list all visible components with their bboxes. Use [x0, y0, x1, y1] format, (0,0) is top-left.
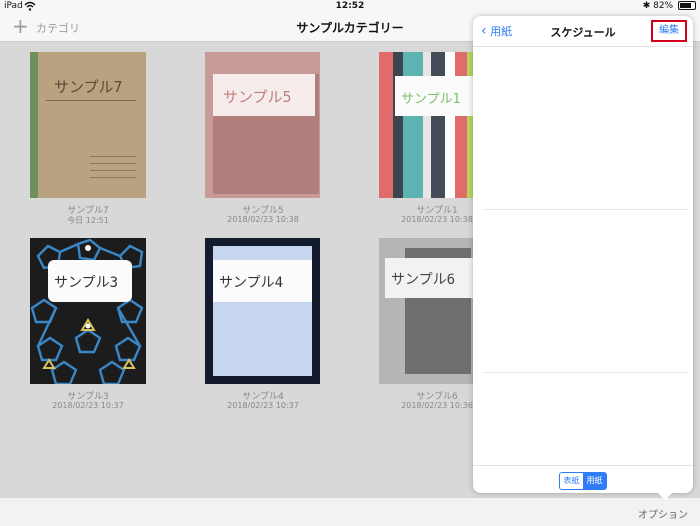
segment-paper[interactable]: 用紙 [583, 473, 606, 489]
notebook-cover[interactable]: サンプル3 [30, 238, 146, 384]
notebook-date: 2018/02/23 10:38 [227, 215, 299, 224]
notebook-cover[interactable]: サンプル1 [379, 52, 479, 198]
notebook-label: サンプル7 [54, 78, 123, 96]
segmented-control: 表紙 用紙 [559, 472, 607, 490]
notebook-cover[interactable]: サンプル5 [205, 52, 320, 198]
popover-header: ‹ 用紙 スケジュール 編集 [473, 16, 693, 47]
popover-arrow [658, 493, 672, 500]
bluetooth-icon: ✱ [642, 1, 651, 11]
notebook-cover[interactable]: サンプル7 [30, 52, 146, 198]
divider [483, 209, 688, 210]
notebook-label: サンプル6 [391, 272, 456, 288]
notebook-label-box: サンプル3 [48, 260, 132, 302]
battery-icon [678, 1, 696, 10]
status-bar: iPad 12:52 ✱ 82% [0, 0, 700, 14]
divider [473, 465, 693, 466]
edit-button[interactable]: 編集 [651, 20, 687, 42]
notebook-label: サンプル4 [219, 275, 284, 291]
notebook-label-box: サンプル4 [213, 260, 312, 302]
schedule-popover: ‹ 用紙 スケジュール 編集 表紙 用紙 [473, 16, 693, 493]
notebook-date: 2018/02/23 10:37 [227, 401, 299, 410]
notebook-label-box: サンプル6 [385, 258, 479, 298]
notebook-label: サンプル3 [54, 275, 119, 291]
segment-cover[interactable]: 表紙 [560, 473, 583, 489]
notebook-cover[interactable]: サンプル4 [205, 238, 320, 384]
notebook-date: 今日 12:51 [67, 216, 109, 225]
notebook-label-box: サンプル5 [213, 74, 315, 116]
clock: 12:52 [335, 1, 365, 11]
battery-status: ✱ 82% [643, 1, 696, 11]
battery-fill [680, 3, 692, 8]
options-button[interactable]: オプション [638, 506, 688, 521]
notebook-date: 2018/02/23 10:37 [52, 401, 124, 410]
battery-percent: 82% [653, 1, 674, 11]
notebook-label: サンプル5 [223, 88, 292, 106]
notebook-cover[interactable]: サンプル6 [379, 238, 479, 384]
notebook-label: サンプル1 [401, 92, 461, 107]
notebook-label-box: サンプル1 [395, 76, 479, 116]
divider [483, 372, 688, 373]
bottom-toolbar: オプション [0, 497, 700, 526]
